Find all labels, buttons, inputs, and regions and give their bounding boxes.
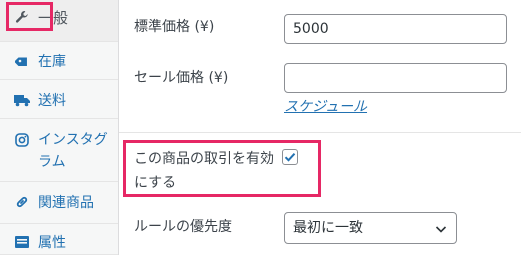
instagram-icon (14, 131, 30, 149)
tab-attributes[interactable]: 属性 (0, 224, 118, 255)
link-icon (14, 193, 30, 211)
rule-priority-value: 最初に一致 (293, 220, 363, 236)
tab-general[interactable]: 一般 (0, 0, 118, 42)
wrench-icon (14, 8, 30, 26)
enable-trading-label: この商品の取引を有効 (134, 151, 274, 167)
regular-price-label: 標準価格 (¥) (134, 19, 215, 35)
truck-icon (14, 91, 30, 109)
product-data-tabs: 一般 在庫 送料 インスタグ ラム 関連商品 属性 (0, 0, 119, 255)
tab-shipping[interactable]: 送料 (0, 80, 118, 119)
checkmark-icon (284, 153, 296, 162)
rule-priority-label: ルールの優先度 (134, 219, 232, 235)
tab-label: 関連商品 (38, 195, 94, 211)
schedule-link[interactable]: スケジュール (284, 96, 367, 116)
section-divider (119, 132, 521, 133)
sale-price-input[interactable] (284, 63, 507, 93)
tab-inventory[interactable]: 在庫 (0, 42, 118, 80)
tab-label: 一般 (38, 9, 69, 27)
enable-trading-label-cont: にする (134, 175, 177, 191)
tab-instagram[interactable]: インスタグ ラム (0, 119, 118, 182)
list-icon (14, 233, 30, 251)
tab-label: インスタグ ラム (38, 132, 108, 170)
regular-price-input[interactable]: 5000 (284, 14, 507, 44)
rule-priority-select[interactable]: 最初に一致 (284, 212, 457, 244)
tab-label: 送料 (38, 93, 66, 109)
enable-trading-checkbox[interactable] (282, 149, 298, 165)
tab-label: 在庫 (38, 54, 66, 70)
sale-price-label: セール価格 (¥) (134, 70, 229, 86)
chevron-down-icon (435, 222, 447, 238)
tab-linked-products[interactable]: 関連商品 (0, 182, 118, 224)
tab-label: 属性 (38, 235, 66, 251)
tag-icon (14, 52, 30, 70)
